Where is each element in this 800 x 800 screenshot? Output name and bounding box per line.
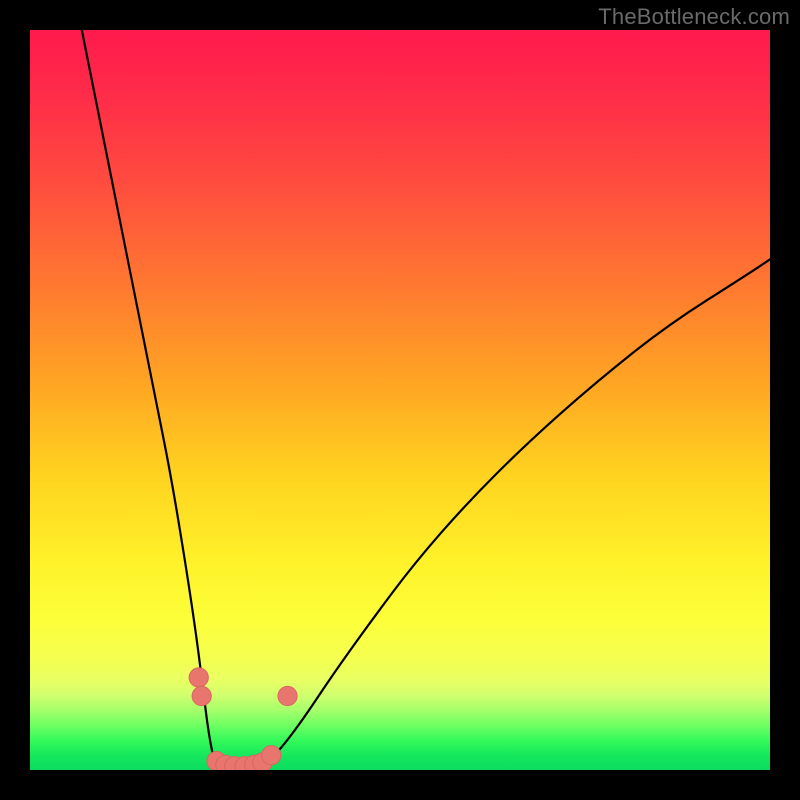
curve-marker	[278, 686, 297, 705]
curve-marker	[192, 686, 211, 705]
curve-marker	[189, 668, 208, 687]
watermark-text: TheBottleneck.com	[598, 4, 790, 30]
chart-frame: TheBottleneck.com	[0, 0, 800, 800]
curve-path	[82, 30, 770, 768]
plot-area	[30, 30, 770, 770]
curve-marker	[262, 746, 281, 765]
curve-markers	[189, 668, 297, 770]
bottleneck-curve	[30, 30, 770, 770]
